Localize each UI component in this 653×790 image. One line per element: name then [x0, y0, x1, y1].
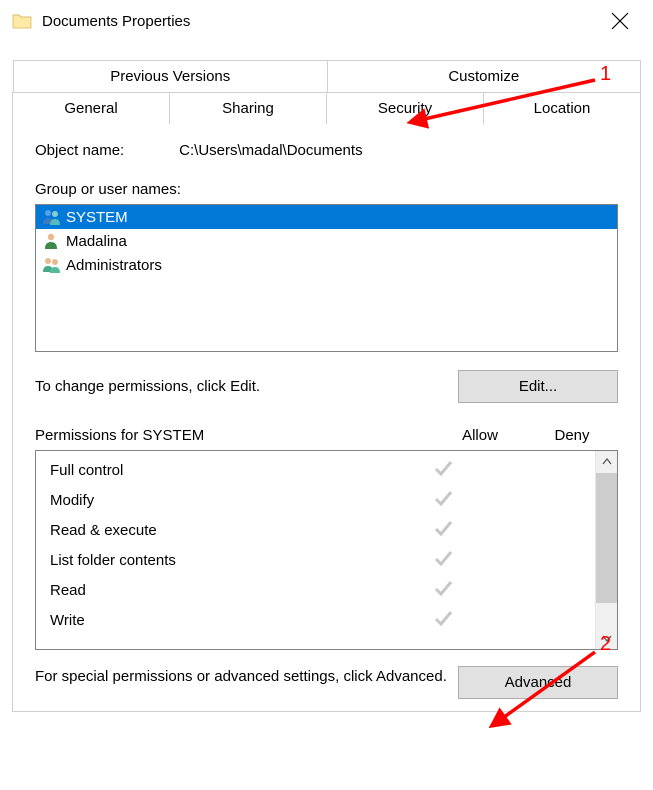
principals-listbox[interactable]: SYSTEM Madalina Administrators [35, 204, 618, 352]
check-icon [433, 495, 453, 512]
check-icon [433, 525, 453, 542]
tab-previous-versions[interactable]: Previous Versions [13, 60, 328, 93]
list-item[interactable]: SYSTEM [36, 205, 617, 229]
permission-row: Read [36, 575, 595, 605]
check-icon [433, 585, 453, 602]
tab-sharing[interactable]: Sharing [170, 92, 327, 125]
advanced-button[interactable]: Advanced [458, 666, 618, 699]
edit-button[interactable]: Edit... [458, 370, 618, 403]
scroll-up-button[interactable] [596, 451, 617, 473]
principal-name: SYSTEM [66, 209, 128, 226]
group-user-names-label: Group or user names: [35, 181, 618, 198]
permission-row: Read & execute [36, 515, 595, 545]
edit-hint-text: To change permissions, click Edit. [35, 378, 458, 395]
principal-name: Madalina [66, 233, 127, 250]
security-tab-panel: Object name: C:\Users\madal\Documents Gr… [12, 124, 641, 712]
allow-column-header: Allow [434, 427, 526, 444]
object-name-row: Object name: C:\Users\madal\Documents [35, 142, 618, 159]
tab-location[interactable]: Location [484, 92, 641, 125]
users-icon [42, 256, 62, 274]
folder-icon [12, 11, 32, 31]
permission-row: Write [36, 605, 595, 635]
window-title: Documents Properties [42, 13, 190, 30]
tab-security[interactable]: Security [327, 92, 484, 125]
advanced-hint-text: For special permissions or advanced sett… [35, 666, 458, 687]
permission-row: List folder contents [36, 545, 595, 575]
scrollbar[interactable] [595, 451, 617, 649]
close-button[interactable] [609, 10, 631, 32]
permission-name: List folder contents [50, 552, 397, 569]
users-icon [42, 208, 62, 226]
list-item[interactable]: Madalina [36, 229, 617, 253]
permission-row: Full control [36, 455, 595, 485]
permission-row: Modify [36, 485, 595, 515]
permission-name: Modify [50, 492, 397, 509]
object-name-label: Object name: [35, 142, 175, 159]
permission-name: Write [50, 612, 397, 629]
tab-strip: Previous Versions Customize General Shar… [12, 60, 641, 125]
principal-name: Administrators [66, 257, 162, 274]
scroll-thumb[interactable] [596, 473, 618, 603]
titlebar: Documents Properties [0, 0, 653, 42]
object-name-value: C:\Users\madal\Documents [179, 142, 362, 159]
permission-name: Read [50, 582, 397, 599]
check-icon [433, 555, 453, 572]
check-icon [433, 465, 453, 482]
user-icon [42, 232, 62, 250]
tab-general[interactable]: General [12, 92, 170, 125]
permission-name: Full control [50, 462, 397, 479]
permissions-for-label: Permissions for SYSTEM [35, 427, 434, 444]
scroll-down-button[interactable] [596, 627, 617, 649]
permission-name: Read & execute [50, 522, 397, 539]
list-item[interactable]: Administrators [36, 253, 617, 277]
tab-customize[interactable]: Customize [328, 60, 642, 93]
permissions-listbox: Full control Modify Read & execute List … [35, 450, 618, 650]
scroll-track[interactable] [596, 603, 617, 627]
deny-column-header: Deny [526, 427, 618, 444]
check-icon [433, 615, 453, 632]
